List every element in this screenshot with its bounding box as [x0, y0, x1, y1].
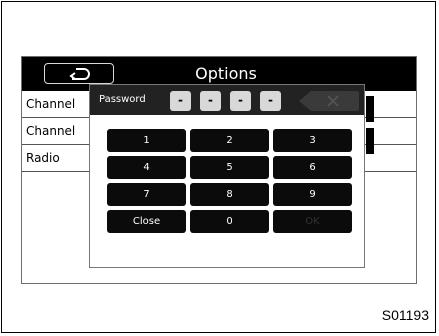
figure-code: S01193	[381, 307, 429, 323]
key-3[interactable]: 3	[273, 129, 352, 152]
ok-button[interactable]: OK	[273, 210, 352, 233]
list-item-label: Channel	[26, 97, 76, 111]
display-screen: Options Channel Channel Radio Password -…	[21, 56, 417, 284]
key-9[interactable]: 9	[273, 183, 352, 206]
key-7[interactable]: 7	[107, 183, 186, 206]
close-icon	[327, 95, 339, 107]
backspace-button[interactable]	[299, 91, 359, 111]
list-item-control[interactable]	[366, 128, 374, 154]
list-item-label: Channel	[26, 124, 76, 138]
key-4[interactable]: 4	[107, 156, 186, 179]
key-1[interactable]: 1	[107, 129, 186, 152]
password-digit-3: -	[230, 91, 251, 111]
key-0[interactable]: 0	[190, 210, 269, 233]
password-bar: Password - - - -	[90, 85, 364, 115]
key-8[interactable]: 8	[190, 183, 269, 206]
password-label: Password	[99, 94, 146, 105]
key-2[interactable]: 2	[190, 129, 269, 152]
list-item-control[interactable]	[366, 96, 374, 122]
key-5[interactable]: 5	[190, 156, 269, 179]
key-6[interactable]: 6	[273, 156, 352, 179]
password-digit-2: -	[200, 91, 221, 111]
close-button[interactable]: Close	[107, 210, 186, 233]
password-digit-4: -	[260, 91, 281, 111]
password-dialog: Password - - - - 1 2 3 4 5 6 7 8 9 Close…	[89, 84, 365, 268]
password-digit-1: -	[170, 91, 191, 111]
list-item-label: Radio	[26, 151, 60, 165]
